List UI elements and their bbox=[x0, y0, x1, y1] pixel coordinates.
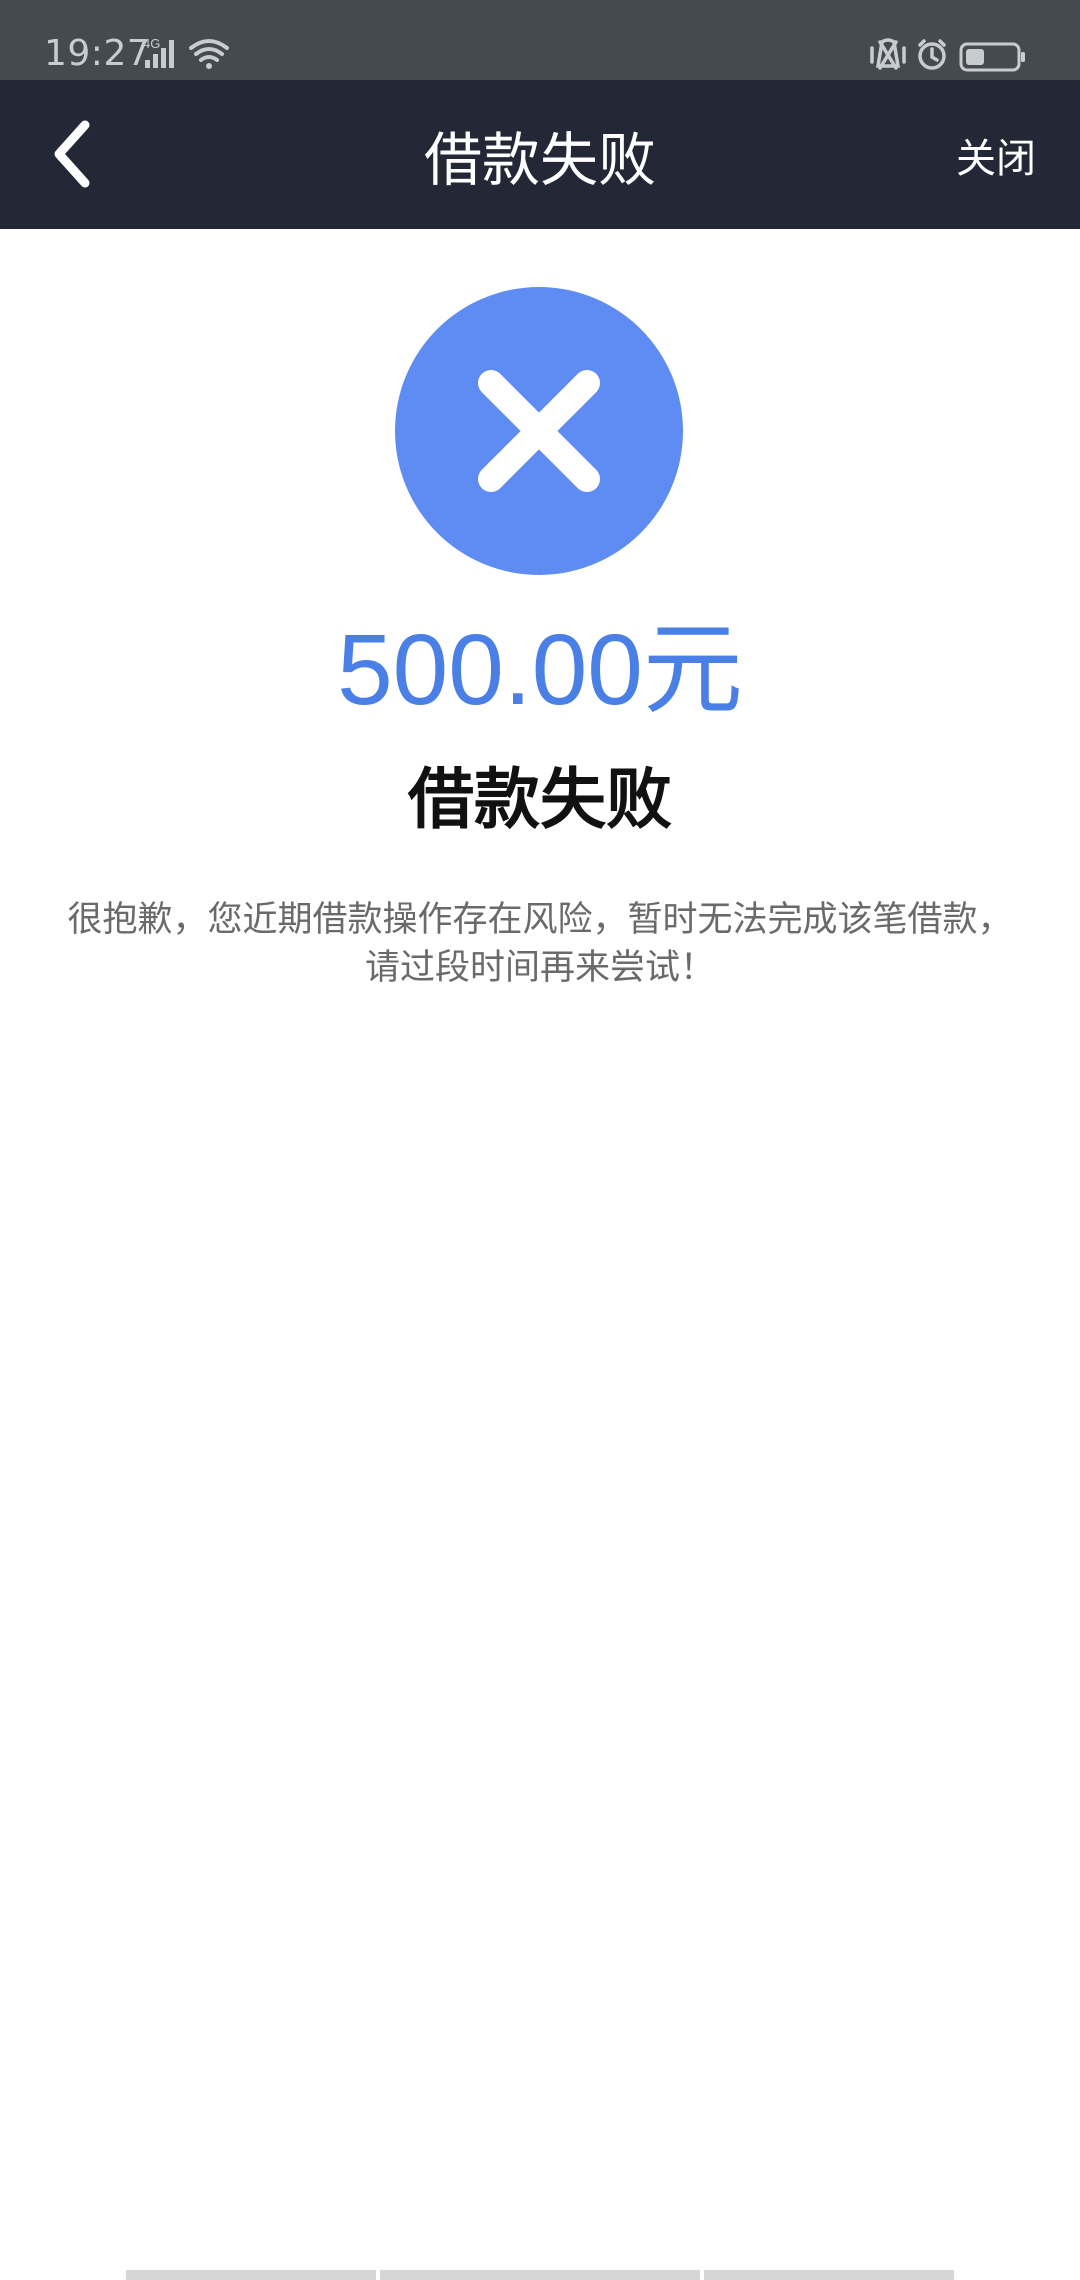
loan-amount: 500.00元 bbox=[337, 614, 743, 726]
description-line-1: 很抱歉，您近期借款操作存在风险，暂时无法完成该笔借款， bbox=[67, 900, 1013, 940]
status-time: 19:27 bbox=[44, 33, 151, 74]
result-description: 很抱歉，您近期借款操作存在风险，暂时无法完成该笔借款， 请过段时间再来尝试！ bbox=[30, 896, 1050, 992]
vibrate-icon bbox=[870, 38, 906, 70]
status-bar: 19:27 4G bbox=[0, 0, 1080, 80]
close-circle-icon bbox=[395, 287, 683, 575]
status-system-icons bbox=[870, 38, 1025, 72]
chevron-left-icon bbox=[54, 120, 90, 188]
bottom-indicator-segment bbox=[380, 2270, 700, 2280]
nav-bar: 借款失败 关闭 bbox=[0, 80, 1080, 229]
back-button[interactable] bbox=[26, 102, 116, 206]
alarm-icon bbox=[918, 39, 946, 70]
bottom-indicator-segment bbox=[704, 2270, 954, 2280]
status-network-icons: 4G bbox=[143, 36, 229, 69]
page-title: 借款失败 bbox=[423, 125, 656, 194]
battery-icon bbox=[959, 42, 1025, 72]
wifi-icon bbox=[189, 39, 229, 69]
description-line-2: 请过段时间再来尝试！ bbox=[364, 948, 715, 988]
bottom-indicator-segment bbox=[126, 2270, 376, 2280]
result-title: 借款失败 bbox=[408, 761, 672, 838]
close-button[interactable]: 关闭 bbox=[956, 80, 1036, 229]
network-type-label: 4G bbox=[143, 36, 160, 51]
